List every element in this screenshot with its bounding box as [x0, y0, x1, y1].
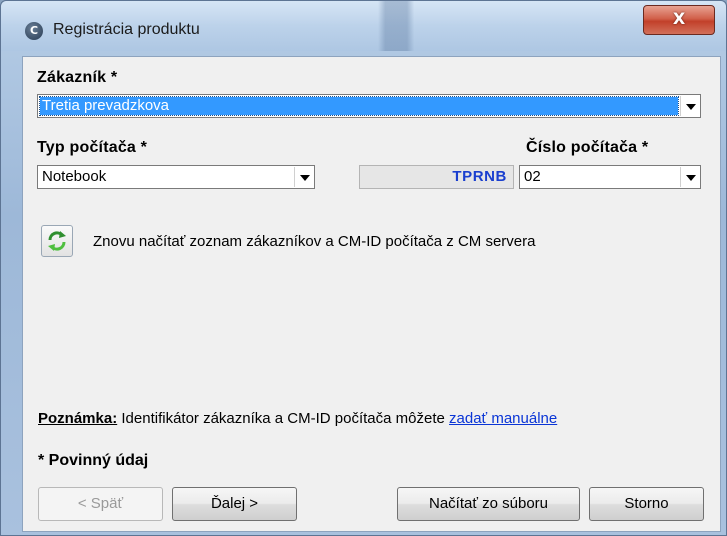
dialog-content: Zákazník * Tretia prevadzkova Typ počíta…: [22, 56, 721, 532]
chevron-down-icon[interactable]: [294, 167, 313, 187]
customer-value: Tretia prevadzkova: [42, 97, 170, 114]
required-field-note: * Povinný údaj: [38, 452, 149, 469]
next-button[interactable]: Ďalej >: [172, 487, 297, 521]
cancel-button[interactable]: Storno: [589, 487, 704, 521]
computer-type-value: Notebook: [42, 168, 107, 185]
window-title: Registrácia produktu: [53, 21, 200, 38]
computer-number-select[interactable]: 02: [519, 165, 701, 189]
computer-number-label: Číslo počítača *: [526, 139, 649, 156]
customer-label: Zákazník *: [37, 69, 118, 86]
manual-entry-link[interactable]: zadať manuálne: [449, 410, 557, 427]
note-label: Poznámka:: [38, 410, 118, 427]
computer-type-select[interactable]: Notebook: [37, 165, 315, 189]
chevron-down-icon[interactable]: [680, 96, 699, 116]
computer-number-value: 02: [524, 168, 541, 185]
app-icon: C: [25, 22, 43, 40]
title-bar[interactable]: C Registrácia produktu X: [1, 1, 726, 51]
back-button[interactable]: < Späť: [38, 487, 163, 521]
registration-dialog: C Registrácia produktu X Zákazník * Tret…: [0, 0, 727, 536]
note: Poznámka: Identifikátor zákazníka a CM-I…: [38, 410, 557, 427]
load-from-file-button[interactable]: Načítať zo súboru: [397, 487, 580, 521]
computer-id-prefix: TPRNB: [452, 168, 507, 185]
computer-type-label: Typ počítača *: [37, 139, 148, 156]
chevron-down-icon[interactable]: [680, 167, 699, 187]
computer-id-prefix-box: TPRNB: [359, 165, 514, 189]
close-button[interactable]: X: [643, 5, 715, 35]
customer-select[interactable]: Tretia prevadzkova: [37, 94, 701, 118]
refresh-icon: [48, 231, 66, 251]
refresh-description: Znovu načítať zoznam zákazníkov a CM-ID …: [93, 233, 536, 250]
customer-selection-highlight: Tretia prevadzkova: [39, 96, 679, 116]
refresh-button[interactable]: [41, 225, 73, 257]
note-text: Identifikátor zákazníka a CM-ID počítača…: [117, 410, 450, 427]
